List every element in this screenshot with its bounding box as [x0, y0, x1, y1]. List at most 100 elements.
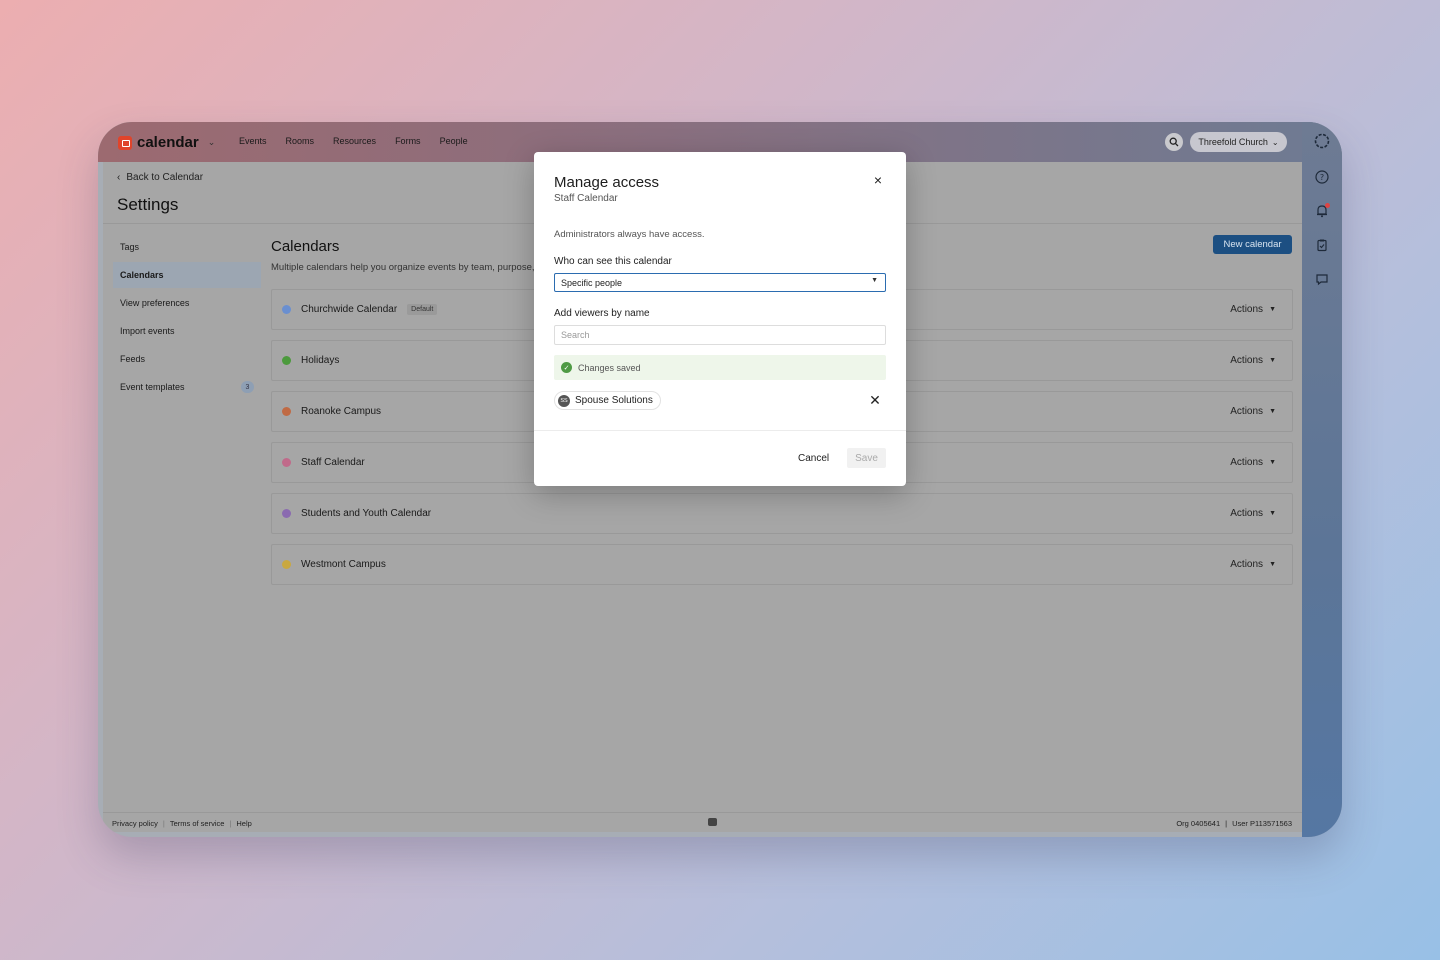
- section-title: Calendars: [271, 238, 340, 255]
- nav-resources[interactable]: Resources: [333, 136, 376, 146]
- page-title: Settings: [117, 195, 179, 214]
- section-subtitle: Multiple calendars help you organize eve…: [271, 262, 541, 273]
- nav-rooms[interactable]: Rooms: [286, 136, 315, 146]
- calendar-row-students-youth[interactable]: Students and Youth Calendar Actions ▼: [271, 493, 1293, 534]
- actions-dropdown[interactable]: Actions ▼: [1230, 406, 1276, 417]
- count-badge: 3: [241, 381, 254, 393]
- caret-down-icon: ▼: [1269, 408, 1276, 415]
- avatar: SS: [558, 394, 570, 407]
- visibility-select[interactable]: Specific people ▼: [554, 273, 886, 292]
- back-to-calendar-link[interactable]: ‹ Back to Calendar: [117, 172, 203, 183]
- footer-separator: |: [1225, 819, 1228, 828]
- sidebar-item-label: Calendars: [120, 270, 164, 280]
- nav-people[interactable]: People: [440, 136, 468, 146]
- app-name: calendar: [137, 134, 199, 151]
- sidebar-item-feeds[interactable]: Feeds: [113, 346, 261, 372]
- calendar-color-dot: [282, 305, 291, 314]
- visibility-label: Who can see this calendar: [554, 256, 672, 267]
- calendar-color-dot: [282, 458, 291, 467]
- sidebar-item-label: View preferences: [120, 298, 190, 308]
- calendar-color-dot: [282, 560, 291, 569]
- footer-separator: |: [229, 819, 232, 828]
- calendar-color-dot: [282, 509, 291, 518]
- default-badge: Default: [407, 304, 438, 315]
- calendar-name: Holidays: [301, 355, 340, 366]
- chat-bubble-icon[interactable]: [708, 818, 717, 826]
- sidebar-item-event-templates[interactable]: Event templates 3: [113, 374, 261, 400]
- calendar-row-westmont[interactable]: Westmont Campus Actions ▼: [271, 544, 1293, 585]
- add-viewers-label: Add viewers by name: [554, 308, 650, 319]
- clipboard-icon[interactable]: [1313, 236, 1331, 254]
- calendar-name: Staff Calendar: [301, 457, 365, 468]
- search-icon: [1169, 137, 1179, 147]
- new-calendar-button[interactable]: New calendar: [1213, 235, 1292, 254]
- sidebar-item-label: Event templates: [120, 382, 185, 392]
- calendar-name: Roanoke Campus: [301, 406, 382, 417]
- app-switcher[interactable]: calendar ⌄: [118, 134, 215, 151]
- footer-link-help[interactable]: Help: [236, 819, 251, 828]
- nav-forms[interactable]: Forms: [395, 136, 421, 146]
- calendar-color-dot: [282, 356, 291, 365]
- calendar-color-dot: [282, 407, 291, 416]
- user-id: User P113571563: [1232, 819, 1292, 828]
- dialog-title: Manage access: [554, 174, 660, 191]
- actions-dropdown[interactable]: Actions ▼: [1230, 508, 1276, 519]
- save-button[interactable]: Save: [847, 448, 886, 468]
- changes-saved-alert: ✓ Changes saved: [554, 355, 886, 380]
- chat-icon[interactable]: [1313, 270, 1331, 288]
- actions-dropdown[interactable]: Actions ▼: [1230, 559, 1276, 570]
- sidebar-item-tags[interactable]: Tags: [113, 234, 261, 260]
- actions-dropdown[interactable]: Actions ▼: [1230, 457, 1276, 468]
- sidebar-item-label: Feeds: [120, 354, 146, 364]
- visibility-select-value: Specific people: [561, 277, 623, 288]
- chevron-down-icon: ⌄: [1271, 137, 1279, 147]
- footer-link-terms[interactable]: Terms of service: [170, 819, 225, 828]
- right-rail: ?: [1302, 122, 1342, 837]
- org-id: Org 0405641: [1176, 819, 1221, 828]
- calendar-name: Churchwide Calendar: [301, 304, 398, 315]
- actions-dropdown[interactable]: Actions ▼: [1230, 304, 1276, 315]
- gear-icon[interactable]: [1313, 132, 1331, 150]
- chevron-down-icon: ⌄: [207, 137, 216, 147]
- search-button[interactable]: [1165, 133, 1183, 151]
- actions-label: Actions: [1230, 406, 1264, 417]
- sidebar-item-label: Import events: [120, 326, 175, 336]
- footer-link-privacy[interactable]: Privacy policy: [112, 819, 158, 828]
- sidebar-item-import-events[interactable]: Import events: [113, 318, 261, 344]
- notifications-bell-icon[interactable]: [1313, 202, 1331, 220]
- viewer-search-input[interactable]: [554, 325, 886, 345]
- viewer-name: Spouse Solutions: [575, 395, 653, 406]
- actions-label: Actions: [1230, 508, 1264, 519]
- nav-events[interactable]: Events: [239, 136, 267, 146]
- help-icon[interactable]: ?: [1313, 168, 1331, 186]
- dialog-divider: [534, 430, 906, 431]
- calendar-logo-icon: [118, 135, 132, 150]
- calendar-name: Westmont Campus: [301, 559, 386, 570]
- caret-down-icon: ▼: [1269, 357, 1276, 364]
- dialog-subtitle: Staff Calendar: [554, 193, 618, 204]
- close-icon[interactable]: ×: [871, 172, 885, 188]
- cancel-button[interactable]: Cancel: [798, 448, 829, 468]
- settings-sidebar: Tags Calendars View preferences Import e…: [113, 234, 261, 402]
- sidebar-item-view-preferences[interactable]: View preferences: [113, 290, 261, 316]
- org-switcher-label: Threefold Church: [1198, 137, 1268, 147]
- caret-down-icon: ▼: [871, 277, 878, 284]
- caret-down-icon: ▼: [1269, 510, 1276, 517]
- actions-label: Actions: [1230, 559, 1264, 570]
- notification-dot: [1325, 203, 1330, 208]
- sidebar-item-calendars[interactable]: Calendars: [113, 262, 261, 288]
- changes-saved-text: Changes saved: [578, 362, 641, 373]
- back-link-label: Back to Calendar: [126, 172, 204, 183]
- remove-viewer-icon[interactable]: ✕: [868, 392, 882, 408]
- sidebar-item-label: Tags: [120, 242, 140, 252]
- actions-label: Actions: [1230, 355, 1264, 366]
- chevron-left-icon: ‹: [117, 172, 121, 183]
- main-nav: Events Rooms Resources Forms People: [239, 136, 468, 146]
- check-circle-icon: ✓: [561, 362, 572, 373]
- caret-down-icon: ▼: [1269, 306, 1276, 313]
- svg-text:?: ?: [1320, 173, 1324, 182]
- actions-dropdown[interactable]: Actions ▼: [1230, 355, 1276, 366]
- page-footer: Privacy policy | Terms of service | Help…: [103, 812, 1302, 832]
- caret-down-icon: ▼: [1269, 561, 1276, 568]
- org-switcher[interactable]: Threefold Church ⌄: [1190, 132, 1287, 152]
